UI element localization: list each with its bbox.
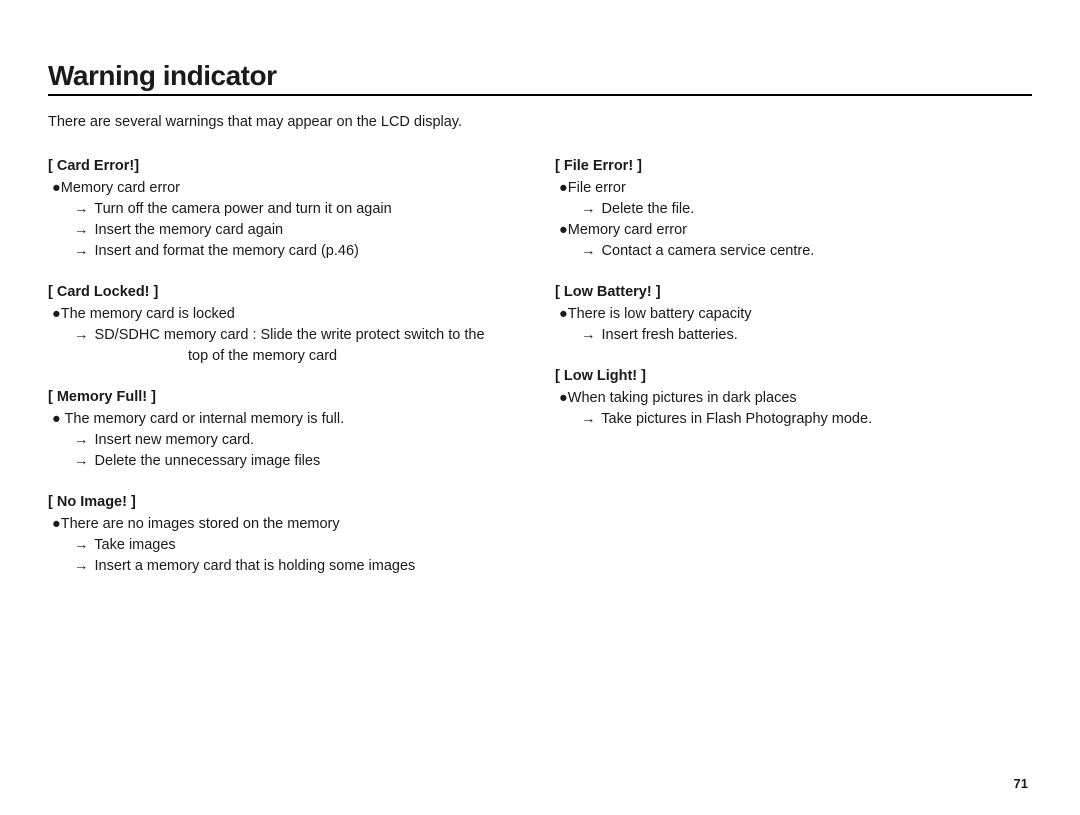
action-text: Take images [94, 537, 175, 553]
bullet-icon: ● [559, 178, 568, 199]
left-column: [ Card Error!] ●Memory card error → Turn… [48, 158, 525, 599]
action-text: SD/SDHC memory card : Slide the write pr… [95, 327, 485, 343]
action-line: → Insert the memory card again [48, 220, 525, 241]
cause-text: When taking pictures in dark places [568, 390, 797, 406]
cause-line: ●The memory card is locked [48, 304, 525, 325]
action-line: → Take pictures in Flash Photography mod… [555, 409, 1032, 430]
cause-text: File error [568, 180, 626, 196]
right-column: [ File Error! ] ●File error → Delete the… [555, 158, 1032, 599]
arrow-icon: → [74, 535, 89, 556]
action-text: Take pictures in Flash Photography mode. [601, 411, 872, 427]
arrow-icon: → [74, 451, 89, 472]
action-text: Contact a camera service centre. [602, 243, 815, 259]
action-line: → SD/SDHC memory card : Slide the write … [48, 325, 525, 346]
action-text: Insert the memory card again [95, 222, 284, 238]
action-text: Turn off the camera power and turn it on… [94, 201, 391, 217]
action-text: Insert fresh batteries. [602, 327, 738, 343]
bullet-icon: ● [52, 304, 61, 325]
action-text: Delete the file. [602, 201, 695, 217]
cause-text: Memory card error [61, 180, 180, 196]
cause-line: ●Memory card error [48, 178, 525, 199]
arrow-icon: → [581, 325, 596, 346]
content-columns: [ Card Error!] ●Memory card error → Turn… [48, 158, 1032, 599]
section-heading: [ Low Light! ] [555, 368, 1032, 384]
action-line: → Turn off the camera power and turn it … [48, 199, 525, 220]
cause-line: ●There is low battery capacity [555, 304, 1032, 325]
section-heading: [ File Error! ] [555, 158, 1032, 174]
arrow-icon: → [74, 220, 89, 241]
arrow-icon: → [74, 325, 89, 346]
arrow-icon: → [74, 199, 89, 220]
action-text: Insert and format the memory card (p.46) [95, 243, 359, 259]
page-title: Warning indicator [48, 60, 1032, 96]
action-line: → Delete the file. [555, 199, 1032, 220]
section-heading: [ Low Battery! ] [555, 284, 1032, 300]
cause-text: The memory card is locked [61, 306, 235, 322]
arrow-icon: → [74, 241, 89, 262]
section-heading: [ Card Locked! ] [48, 284, 525, 300]
section-file-error: [ File Error! ] ●File error → Delete the… [555, 158, 1032, 262]
section-heading: [ Card Error!] [48, 158, 525, 174]
cause-text: Memory card error [568, 222, 687, 238]
section-low-light: [ Low Light! ] ●When taking pictures in … [555, 368, 1032, 430]
action-text: Delete the unnecessary image files [95, 453, 321, 469]
section-low-battery: [ Low Battery! ] ●There is low battery c… [555, 284, 1032, 346]
action-line: → Contact a camera service centre. [555, 241, 1032, 262]
action-line: → Insert and format the memory card (p.4… [48, 241, 525, 262]
cause-text: There is low battery capacity [568, 306, 752, 322]
cause-line: ● The memory card or internal memory is … [48, 409, 525, 430]
cause-text: There are no images stored on the memory [61, 516, 340, 532]
arrow-icon: → [74, 430, 89, 451]
section-no-image: [ No Image! ] ●There are no images store… [48, 494, 525, 577]
action-continuation: top of the memory card [48, 346, 525, 367]
section-heading: [ Memory Full! ] [48, 389, 525, 405]
arrow-icon: → [74, 556, 89, 577]
manual-page: Warning indicator There are several warn… [0, 0, 1080, 815]
cause-text: The memory card or internal memory is fu… [61, 411, 344, 427]
action-text: Insert new memory card. [95, 432, 255, 448]
action-line: → Insert fresh batteries. [555, 325, 1032, 346]
cause-line: ●Memory card error [555, 220, 1032, 241]
action-line: → Take images [48, 535, 525, 556]
action-line: → Insert a memory card that is holding s… [48, 556, 525, 577]
section-memory-full: [ Memory Full! ] ● The memory card or in… [48, 389, 525, 472]
arrow-icon: → [581, 409, 596, 430]
action-line: → Delete the unnecessary image files [48, 451, 525, 472]
action-text: Insert a memory card that is holding som… [95, 558, 416, 574]
bullet-icon: ● [559, 304, 568, 325]
cause-line: ●File error [555, 178, 1032, 199]
cause-line: ●When taking pictures in dark places [555, 388, 1032, 409]
intro-text: There are several warnings that may appe… [48, 114, 1032, 130]
arrow-icon: → [581, 199, 596, 220]
bullet-icon: ● [52, 514, 61, 535]
page-number: 71 [1014, 776, 1028, 791]
section-heading: [ No Image! ] [48, 494, 525, 510]
bullet-icon: ● [52, 178, 61, 199]
cause-line: ●There are no images stored on the memor… [48, 514, 525, 535]
action-line: → Insert new memory card. [48, 430, 525, 451]
arrow-icon: → [581, 241, 596, 262]
bullet-icon: ● [559, 220, 568, 241]
section-card-locked: [ Card Locked! ] ●The memory card is loc… [48, 284, 525, 367]
section-card-error: [ Card Error!] ●Memory card error → Turn… [48, 158, 525, 262]
bullet-icon: ● [559, 388, 568, 409]
bullet-icon: ● [52, 409, 61, 430]
